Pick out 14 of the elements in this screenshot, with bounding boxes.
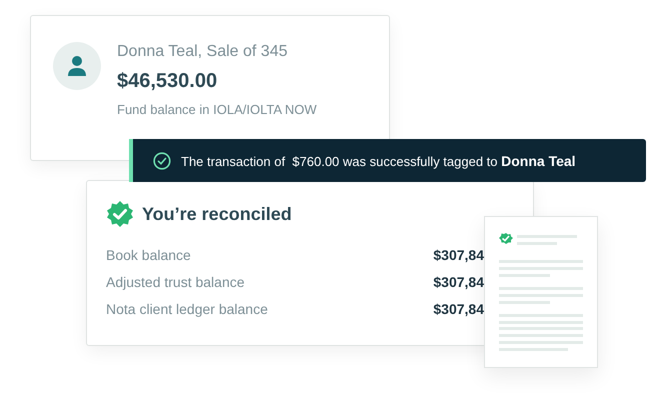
avatar-icon: [53, 42, 101, 90]
balance-label: Adjusted trust balance: [106, 274, 245, 290]
fund-amount: $46,530.00: [117, 69, 218, 94]
check-circle-icon: [153, 152, 171, 170]
toast-message: The transaction of $760.00 was successfully tagged to Donna Teal: [181, 152, 576, 168]
balance-amount: $307,84: [433, 246, 484, 262]
balance-label: Book balance: [106, 246, 191, 262]
reconciled-title: You’re reconciled: [142, 204, 292, 224]
account-title: Donna Teal, Sale of 345: [117, 42, 288, 62]
verified-badge-icon: [106, 200, 134, 228]
balance-amount: $307,84: [433, 274, 484, 290]
balance-label: Nota client ledger balance: [106, 300, 268, 316]
balance-amount: $307,84: [433, 300, 484, 316]
fund-caption: Fund balance in IOLA/IOLTA NOW: [117, 102, 317, 117]
